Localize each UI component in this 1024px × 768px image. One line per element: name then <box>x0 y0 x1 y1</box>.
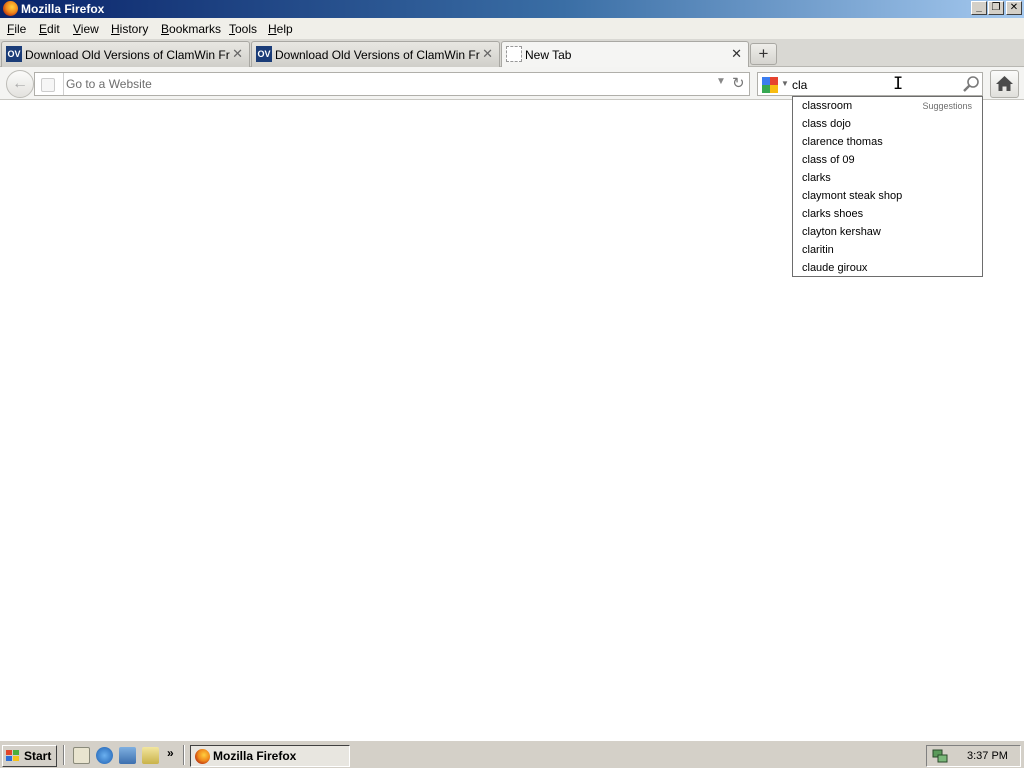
blank-page-icon <box>506 46 522 62</box>
close-tab-icon[interactable]: ✕ <box>232 46 243 62</box>
close-window-button[interactable]: ✕ <box>1006 1 1022 15</box>
tab-clamwin-2[interactable]: OV Download Old Versions of ClamWin Free… <box>251 41 500 67</box>
menu-help[interactable]: Help <box>268 22 293 36</box>
page-content <box>0 101 1024 740</box>
menu-bookmarks[interactable]: Bookmarks <box>161 22 221 36</box>
menu-bookmarks-label: ookmarks <box>169 22 222 36</box>
tab-strip: OV Download Old Versions of ClamWin Free… <box>0 39 1024 68</box>
outlook-icon[interactable] <box>119 747 136 764</box>
home-button[interactable] <box>990 70 1019 98</box>
title-bar: Mozilla Firefox _ ❐ ✕ <box>0 0 1024 18</box>
new-tab-button[interactable]: + <box>750 43 777 65</box>
start-button[interactable]: Start <box>2 745 57 767</box>
magnifier-icon[interactable] <box>962 75 980 93</box>
menu-help-accel: H <box>268 22 277 36</box>
clock: 3:37 PM <box>967 750 1008 762</box>
back-arrow-icon: ← <box>12 75 28 92</box>
close-tab-icon[interactable]: ✕ <box>731 46 742 62</box>
engine-dropdown-icon[interactable]: ▼ <box>781 79 789 88</box>
menu-history-accel: H <box>111 22 120 36</box>
tab-new-tab[interactable]: New Tab ✕ <box>501 41 749 68</box>
minimize-button[interactable]: _ <box>971 1 987 15</box>
network-icon[interactable] <box>932 748 948 764</box>
start-label: Start <box>24 749 52 763</box>
tab-label: Download Old Versions of ClamWin Free ..… <box>25 48 230 62</box>
taskbar-firefox-button[interactable]: Mozilla Firefox <box>190 745 350 767</box>
search-files-icon[interactable] <box>142 747 159 764</box>
menu-file[interactable]: File <box>7 22 26 36</box>
url-input[interactable] <box>66 76 706 92</box>
text-cursor-icon: I <box>893 74 904 94</box>
url-bar[interactable]: ▼ ↻ <box>34 72 750 96</box>
url-divider <box>63 73 64 95</box>
task-label: Mozilla Firefox <box>213 749 297 763</box>
menu-bar: File Edit View History Bookmarks Tools H… <box>0 18 1024 39</box>
show-desktop-icon[interactable] <box>73 747 90 764</box>
menu-edit-accel: E <box>39 22 48 36</box>
history-dropdown-icon[interactable]: ▼ <box>716 76 726 87</box>
reload-icon[interactable]: ↻ <box>732 74 745 92</box>
menu-bookmarks-accel: B <box>161 22 170 36</box>
tab-clamwin-1[interactable]: OV Download Old Versions of ClamWin Free… <box>1 41 250 67</box>
oldversion-favicon-icon: OV <box>256 46 272 62</box>
firefox-icon <box>3 1 18 16</box>
taskbar: Start » Mozilla Firefox 3:37 PM <box>0 740 1024 768</box>
maximize-button[interactable]: ❐ <box>988 1 1004 15</box>
menu-edit[interactable]: Edit <box>39 22 60 36</box>
menu-help-label: elp <box>276 22 293 36</box>
window-title: Mozilla Firefox <box>21 2 105 16</box>
system-tray: 3:37 PM <box>926 745 1021 767</box>
site-identity-icon[interactable] <box>41 78 55 92</box>
tab-label: Download Old Versions of ClamWin Free ..… <box>275 48 480 62</box>
menu-view[interactable]: View <box>73 22 99 36</box>
tab-label: New Tab <box>525 48 572 62</box>
quick-launch-more-icon[interactable]: » <box>167 746 174 760</box>
close-tab-icon[interactable]: ✕ <box>482 46 493 62</box>
menu-tools[interactable]: Tools <box>229 22 257 36</box>
windows-logo-icon <box>6 750 20 762</box>
search-bar[interactable]: ▼ <box>757 72 983 96</box>
menu-view-accel: V <box>73 22 81 36</box>
home-icon <box>996 76 1013 91</box>
menu-view-label: iew <box>80 22 99 36</box>
oldversion-favicon-icon: OV <box>6 46 22 62</box>
menu-tools-label: ools <box>235 22 258 36</box>
menu-edit-label: dit <box>47 22 60 36</box>
toolbar-separator <box>63 745 65 765</box>
firefox-icon <box>195 749 210 764</box>
menu-history-label: istory <box>119 22 149 36</box>
internet-explorer-icon[interactable] <box>96 747 113 764</box>
toolbar-separator <box>183 745 185 765</box>
google-icon[interactable] <box>762 77 778 93</box>
menu-history[interactable]: History <box>111 22 148 36</box>
search-input[interactable] <box>792 77 952 93</box>
back-button[interactable]: ← <box>6 70 34 98</box>
menu-file-label: ile <box>14 22 27 36</box>
